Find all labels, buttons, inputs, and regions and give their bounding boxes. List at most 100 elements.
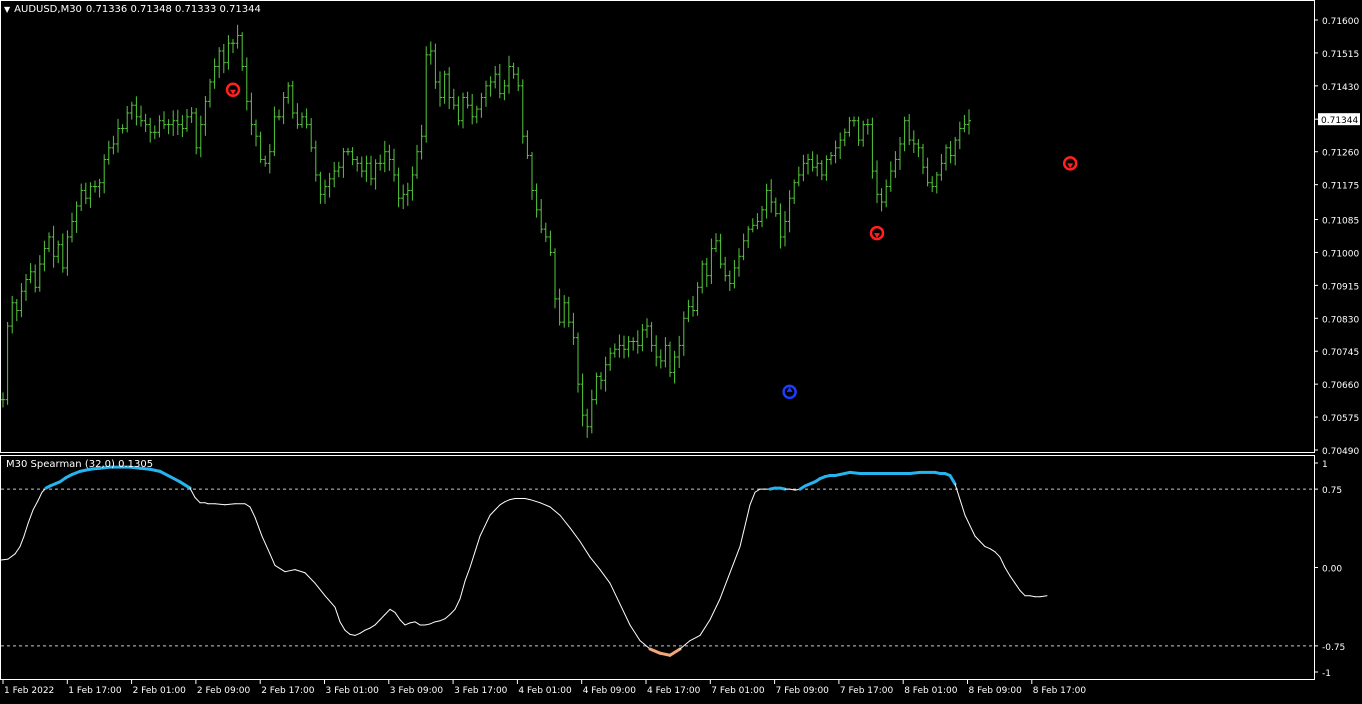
- ohlc-bar: [704, 257, 709, 288]
- ohlc-bar: [309, 118, 314, 152]
- ohlc-bar: [668, 341, 672, 377]
- ohlc-bar: [700, 260, 705, 294]
- indicator-axis: 1 0.75 0.00 -0.75 -1: [1314, 460, 1345, 679]
- spearman-segment: [19, 535, 25, 548]
- spearman-segment: [224, 503, 236, 506]
- ohlc-bar: [37, 255, 42, 292]
- ohlc-bar: [944, 144, 948, 171]
- ohlc-bar: [553, 248, 557, 309]
- ohlc-bar: [79, 183, 84, 212]
- spearman-segment: [37, 491, 43, 502]
- spearman-segment: [744, 504, 751, 527]
- ohlc-bar: [520, 79, 525, 144]
- spearman-segment: [364, 627, 371, 631]
- price-axis-label: 0.71085: [1322, 217, 1359, 227]
- spearman-segment: [954, 483, 961, 501]
- spearman-segment: [249, 506, 256, 518]
- ohlc-bar: [171, 110, 176, 136]
- spearman-segment: [494, 504, 501, 511]
- ohlc-bar: [833, 140, 838, 164]
- triangle-down-icon[interactable]: ▼: [4, 5, 10, 14]
- ohlc-bar: [654, 335, 659, 367]
- spearman-segment: [778, 486, 787, 491]
- ohlc-bar: [1, 392, 5, 408]
- spearman-segment: [32, 500, 39, 511]
- spearman-segment: [974, 535, 981, 542]
- ohlc-bar: [120, 124, 125, 134]
- spearman-segment: [304, 572, 316, 584]
- spearman-segment: [261, 535, 271, 555]
- ohlc-bar: [456, 96, 461, 126]
- ohlc-bar: [599, 372, 603, 390]
- ohlc-values: 0.71336 0.71348 0.71333 0.71344: [85, 4, 261, 15]
- spearman-segment: [158, 469, 172, 479]
- spearman-segment: [439, 618, 446, 622]
- ohlc-bar: [608, 347, 613, 371]
- indicator-panel[interactable]: 1 0.75 0.00 -0.75 -1: [0, 455, 1345, 680]
- ohlc-bar: [369, 155, 373, 186]
- ohlc-bar: [203, 95, 208, 136]
- time-axis-label: 3 Feb 17:00: [454, 686, 508, 696]
- spearman-segment: [668, 647, 682, 657]
- red-down-arrow-icon: [869, 225, 885, 241]
- spearman-segment: [529, 499, 541, 504]
- spearman-segment: [969, 525, 976, 537]
- spearman-segment: [1014, 582, 1021, 591]
- ohlc-bar: [19, 283, 24, 318]
- ohlc-bar: [106, 140, 111, 165]
- ohlc-bar: [962, 114, 967, 133]
- ohlc-bar: [934, 171, 939, 194]
- spearman-segment: [384, 608, 391, 616]
- time-axis-label: 4 Feb 01:00: [518, 686, 572, 696]
- spearman-segment: [424, 623, 431, 626]
- ohlc-bar: [502, 79, 507, 101]
- spearman-segment: [254, 516, 263, 537]
- spearman-segment: [984, 546, 991, 550]
- ohlc-bar: [829, 152, 833, 165]
- ohlc-bar: [626, 336, 631, 358]
- spearman-segment: [409, 621, 416, 624]
- ohlc-bar: [585, 408, 590, 438]
- ohlc-bar: [815, 154, 820, 177]
- ohlc-bar: [102, 154, 107, 194]
- ohlc-bar: [341, 147, 346, 178]
- time-axis-label: 8 Feb 17:00: [1033, 686, 1087, 696]
- ohlc-bar: [410, 166, 415, 201]
- ohlc-bar: [525, 130, 530, 159]
- spearman-segment: [314, 582, 326, 597]
- ohlc-bar: [516, 67, 521, 92]
- ohlc-bar: [769, 179, 774, 213]
- ohlc-bar: [387, 144, 392, 171]
- ohlc-bar: [737, 248, 741, 277]
- ohlc-bar: [419, 124, 424, 160]
- ohlc-bar: [507, 55, 511, 94]
- ohlc-bar: [953, 136, 958, 166]
- ohlc-bar: [617, 334, 622, 358]
- ohlc-bar: [97, 178, 102, 198]
- ohlc-bar: [957, 121, 962, 150]
- ohlc-bar: [838, 132, 843, 159]
- ohlc-bar: [60, 233, 65, 273]
- ohlc-bar: [51, 225, 56, 268]
- spearman-segment: [449, 608, 456, 616]
- ohlc-bar: [267, 144, 272, 174]
- ohlc-bar: [327, 172, 332, 198]
- ohlc-bar: [33, 264, 38, 293]
- spearman-segment: [504, 499, 511, 503]
- ohlc-bar: [948, 140, 953, 164]
- spearman-segment: [464, 567, 471, 582]
- spearman-segment: [489, 509, 496, 516]
- ohlc-bar: [263, 155, 268, 167]
- ohlc-bar: [5, 321, 10, 405]
- ohlc-bar: [116, 118, 120, 153]
- ohlc-bar: [244, 57, 249, 111]
- ohlc-bar: [746, 226, 751, 249]
- spearman-segment: [524, 498, 531, 501]
- ohlc-bar: [70, 212, 74, 243]
- ohlc-bar: [221, 44, 226, 74]
- spearman-segment: [404, 622, 411, 626]
- blue-up-arrow-icon: [782, 384, 797, 400]
- spearman-segment: [709, 598, 721, 621]
- price-panel[interactable]: 0.71600 0.71515 0.71430 0.71344 0.71260 0.711…: [0, 0, 1361, 458]
- chart-window[interactable]: 0.71600 0.71515 0.71430 0.71344 0.71260 0.711…: [0, 0, 1362, 700]
